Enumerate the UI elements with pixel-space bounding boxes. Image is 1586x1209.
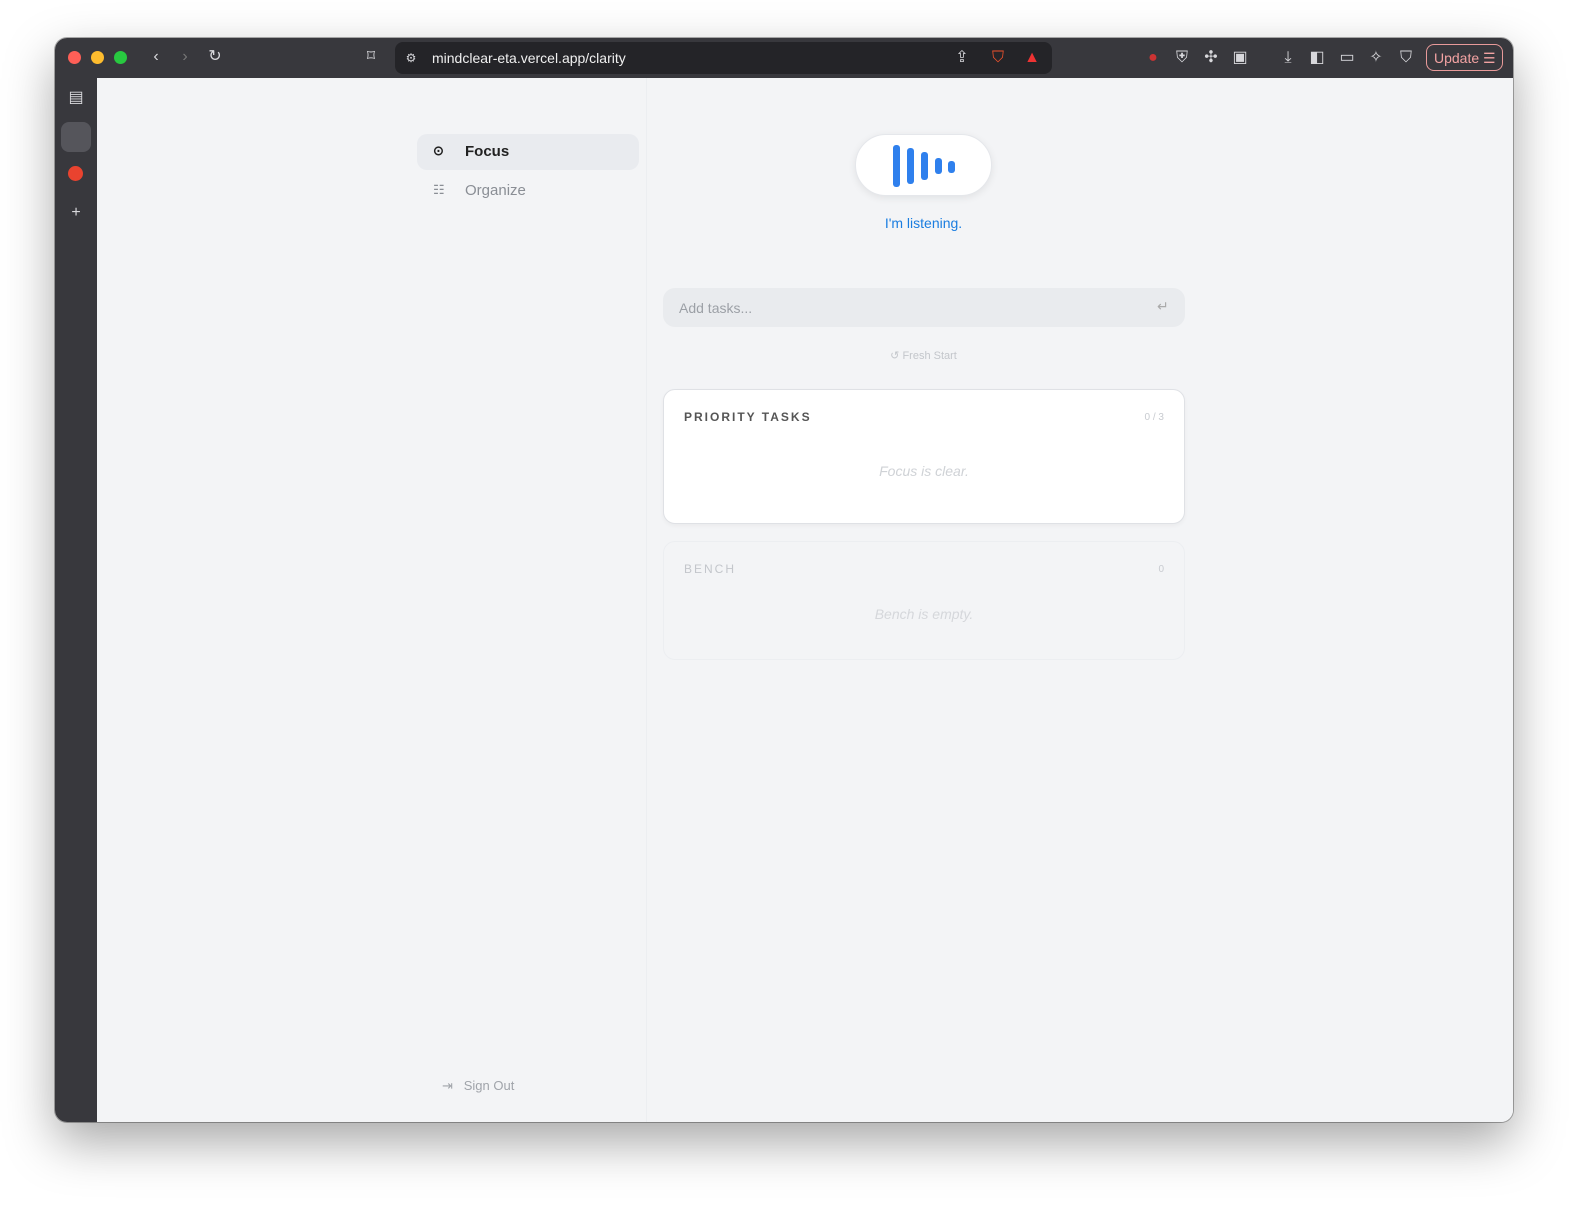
update-label: Update bbox=[1434, 50, 1480, 66]
reader-icon[interactable]: ▣ bbox=[1229, 48, 1251, 68]
divider bbox=[646, 78, 647, 1122]
menu-icon: ☰ bbox=[1483, 50, 1496, 66]
update-button[interactable]: Update ☰ bbox=[1426, 44, 1503, 71]
site-settings-icon[interactable]: ⚙ bbox=[400, 48, 422, 68]
bench-count: 0 bbox=[1158, 564, 1164, 575]
vpn-shield-icon[interactable]: ⛨ bbox=[1171, 48, 1193, 68]
waveform-bar bbox=[921, 152, 928, 180]
waveform-bar bbox=[935, 158, 942, 174]
reload-icon[interactable]: ↻ bbox=[204, 47, 226, 67]
priority-empty-text: Focus is clear. bbox=[879, 463, 969, 479]
focus-icon: ⊙ bbox=[433, 143, 444, 158]
nav-label: Organize bbox=[465, 182, 526, 199]
brave-shields-icon[interactable]: ⛉ bbox=[987, 48, 1009, 68]
fresh-start-label: Fresh Start bbox=[902, 350, 957, 362]
sign-out-icon: ⇥ bbox=[442, 1078, 453, 1093]
voice-button[interactable] bbox=[855, 134, 992, 196]
enter-icon[interactable]: ↵ bbox=[1157, 298, 1169, 315]
listening-status: I'm listening. bbox=[884, 215, 963, 231]
maximize-window-button[interactable] bbox=[114, 51, 127, 64]
bench-card: BENCH 0 Bench is empty. bbox=[663, 541, 1185, 660]
address-bar[interactable]: ⚙ mindclear-eta.vercel.app/clarity ⇪ ⛉ ▲ bbox=[395, 42, 1052, 74]
priority-tasks-card: PRIORITY TASKS 0 / 3 Focus is clear. bbox=[663, 389, 1185, 524]
sign-out-label: Sign Out bbox=[463, 1078, 515, 1093]
close-window-button[interactable] bbox=[68, 51, 81, 64]
nav-label: Focus bbox=[465, 143, 510, 160]
sign-out-button[interactable]: ⇥ Sign Out bbox=[442, 1078, 514, 1094]
vpn-icon[interactable]: ⛉ bbox=[1395, 48, 1417, 68]
priority-title: PRIORITY TASKS bbox=[684, 410, 812, 424]
wallet-icon[interactable]: ▭ bbox=[1336, 48, 1358, 68]
sidebar-panel-icon[interactable]: ▤ bbox=[65, 88, 87, 108]
waveform-bar bbox=[907, 148, 914, 184]
brave-rewards-icon[interactable]: ▲ bbox=[1021, 48, 1043, 68]
bookmark-icon[interactable]: ⌑ bbox=[360, 47, 382, 67]
download-icon[interactable]: ⤓ bbox=[1277, 48, 1299, 68]
waveform-bar bbox=[893, 145, 900, 187]
refresh-icon: ↺ bbox=[890, 350, 900, 362]
add-icon[interactable]: + bbox=[65, 203, 87, 223]
browser-sidebar: ▤ + bbox=[55, 78, 97, 1122]
app-content: ⊙ Focus ☷ Organize ⇥ Sign Out I'm listenin… bbox=[97, 78, 1513, 1122]
globe-icon[interactable] bbox=[61, 122, 91, 152]
product-hunt-icon[interactable] bbox=[68, 166, 83, 181]
bench-title: BENCH bbox=[684, 562, 737, 576]
nav-item-focus[interactable]: ⊙ Focus bbox=[417, 134, 639, 170]
nav-item-organize[interactable]: ☷ Organize bbox=[417, 173, 639, 209]
url-text: mindclear-eta.vercel.app/clarity bbox=[432, 50, 626, 66]
back-icon[interactable]: ‹ bbox=[145, 47, 167, 67]
waveform-bar bbox=[948, 161, 955, 173]
minimize-window-button[interactable] bbox=[91, 51, 104, 64]
extensions-icon[interactable]: ✣ bbox=[1200, 48, 1222, 68]
checklist-icon: ☷ bbox=[433, 182, 445, 197]
share-icon[interactable]: ⇪ bbox=[951, 48, 973, 68]
browser-window: ‹ › ↻ ⌑ ⚙ mindclear-eta.vercel.app/clari… bbox=[55, 38, 1513, 1122]
title-bar: ‹ › ↻ ⌑ ⚙ mindclear-eta.vercel.app/clari… bbox=[55, 38, 1513, 78]
leo-ai-icon[interactable]: ✧ bbox=[1365, 48, 1387, 68]
fresh-start-button[interactable]: ↺ Fresh Start bbox=[797, 349, 1050, 362]
forward-icon[interactable]: › bbox=[174, 47, 196, 67]
add-tasks-input[interactable] bbox=[663, 288, 1185, 327]
sidebar-toggle-icon[interactable]: ◧ bbox=[1306, 48, 1328, 68]
extension-blocked-icon[interactable]: ● bbox=[1142, 48, 1164, 68]
priority-count: 0 / 3 bbox=[1144, 412, 1164, 423]
bench-empty-text: Bench is empty. bbox=[874, 606, 974, 622]
